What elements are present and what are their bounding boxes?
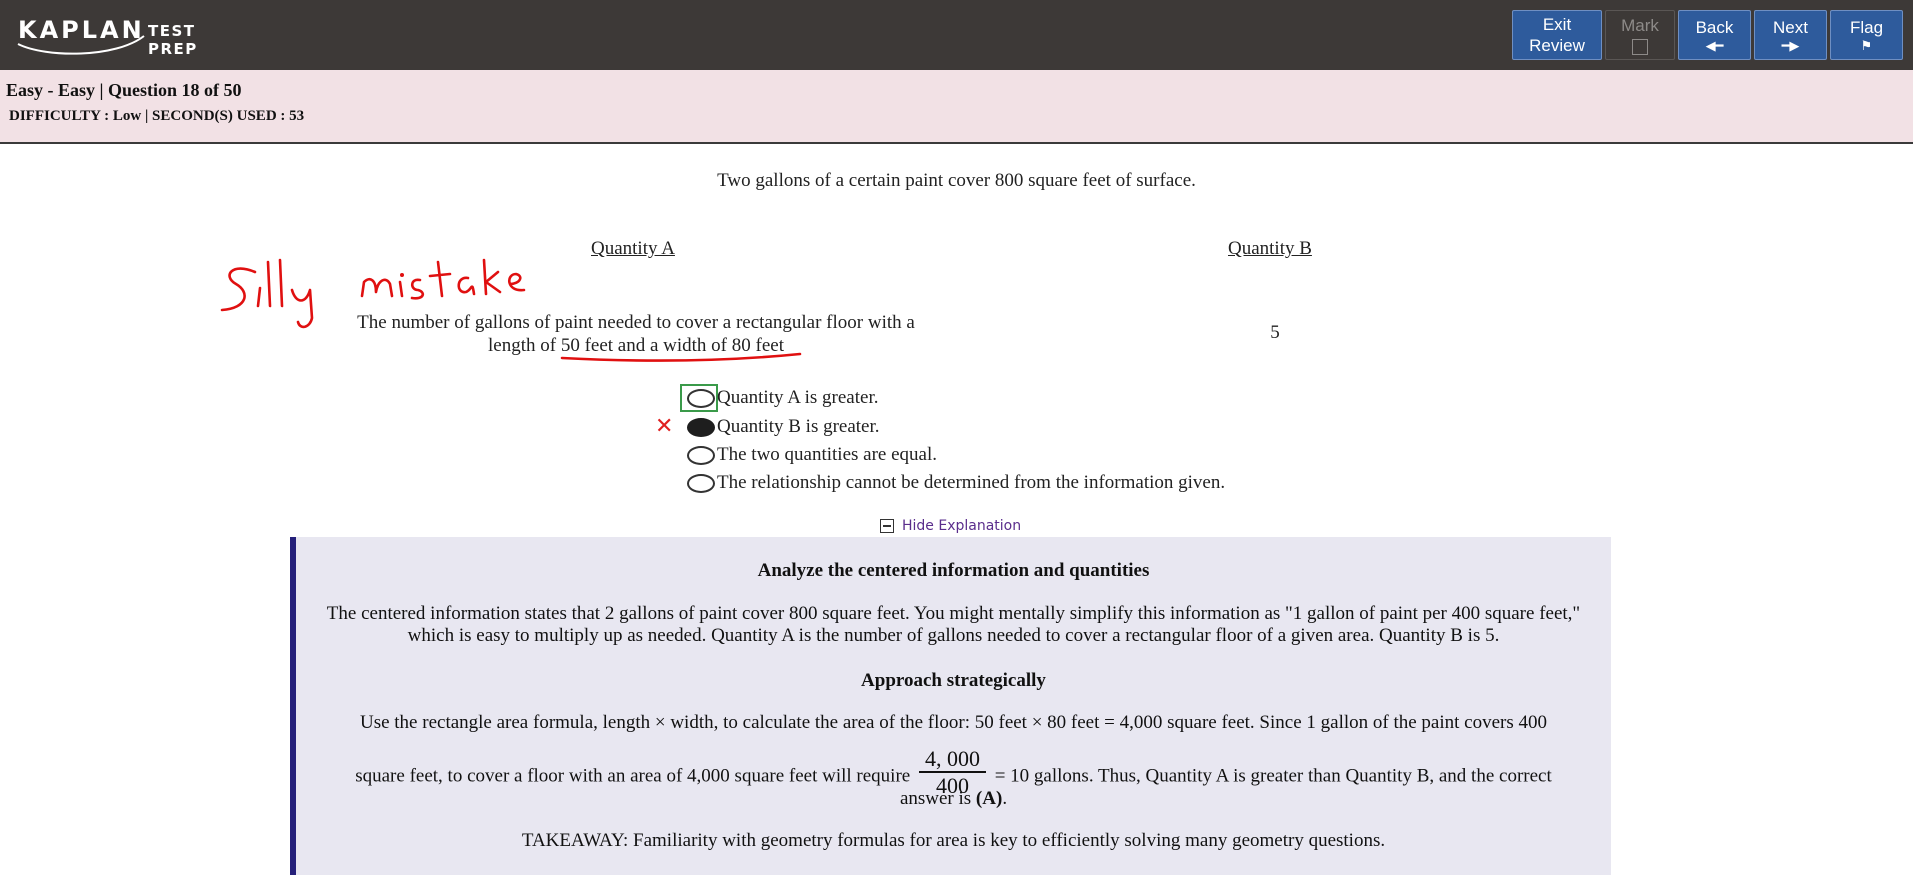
answer-letter: (A) xyxy=(975,788,1003,809)
explanation-paragraph-2-line-3: answer is (A). xyxy=(316,788,1591,810)
quantity-a-heading: Quantity A xyxy=(591,238,675,259)
back-label: Back xyxy=(1695,17,1734,37)
explanation-panel: Analyze the centered information and qua… xyxy=(290,537,1611,875)
explanation-paragraph-2-line-1: Use the rectangle area formula, length ×… xyxy=(359,712,1547,733)
radio-unselected-icon[interactable] xyxy=(687,473,715,493)
choice-a-label: Quantity A is greater. xyxy=(717,387,879,408)
explanation-heading-1: Analyze the centered information and qua… xyxy=(757,560,1150,581)
wrong-answer-icon: ✕ xyxy=(655,414,674,439)
answer-period: . xyxy=(1002,788,1008,809)
explanation-text-pre-fraction: square feet, to cover a floor with an ar… xyxy=(355,765,911,787)
answer-choice-c[interactable]: The two quantities are equal. xyxy=(687,442,937,468)
answer-choice-a[interactable]: Quantity A is greater. xyxy=(687,385,878,411)
explanation-heading-2: Approach strategically xyxy=(861,670,1046,691)
answer-is-text: answer is xyxy=(899,788,972,809)
collapse-icon xyxy=(880,519,894,533)
back-button[interactable]: Back ◀━ xyxy=(1678,10,1751,60)
logo-subtitle: TEST PREP xyxy=(148,22,198,58)
review-label: Review xyxy=(1529,36,1585,55)
flag-button[interactable]: Flag ⚑ xyxy=(1830,10,1903,60)
question-info-band: Easy - Easy | Question 18 of 50 DIFFICUL… xyxy=(0,70,1913,144)
kaplan-logo: KAPLAN TEST PREP xyxy=(16,14,246,58)
answer-choice-d[interactable]: The relationship cannot be determined fr… xyxy=(687,470,1225,496)
question-title: Easy - Easy | Question 18 of 50 xyxy=(6,80,242,100)
top-toolbar: KAPLAN TEST PREP Exit Review Mark Back ◀… xyxy=(0,0,1913,70)
hide-explanation-toggle[interactable]: Hide Explanation xyxy=(880,518,1021,534)
radio-selected-icon[interactable] xyxy=(687,417,715,437)
logo-wordmark: KAPLAN xyxy=(18,16,145,44)
quantity-a-line-1: The number of gallons of paint needed to… xyxy=(357,312,915,333)
takeaway-text: TAKEAWAY: Familiarity with geometry form… xyxy=(521,830,1386,851)
explanation-text-post-fraction: = 10 gallons. Thus, Quantity A is greate… xyxy=(994,765,1552,787)
quantity-a-text: The number of gallons of paint needed to… xyxy=(330,311,942,357)
explanation-paragraph-1: The centered information states that 2 g… xyxy=(326,603,1581,646)
choice-c-label: The two quantities are equal. xyxy=(717,444,938,465)
hide-explanation-label: Hide Explanation xyxy=(902,518,1022,534)
next-button[interactable]: Next ━▶ xyxy=(1754,10,1827,60)
exit-review-button[interactable]: Exit Review xyxy=(1512,10,1602,60)
arrow-left-icon: ◀━ xyxy=(1705,37,1724,53)
question-stem: Two gallons of a certain paint cover 800… xyxy=(717,170,1196,191)
choice-b-label: Quantity B is greater. xyxy=(717,416,880,437)
mark-label: Mark xyxy=(1621,16,1659,35)
checkbox-icon xyxy=(1632,39,1648,55)
radio-unselected-icon[interactable] xyxy=(687,388,715,408)
quantity-b-value: 5 xyxy=(1270,322,1280,343)
quantity-b-heading: Quantity B xyxy=(1228,238,1312,259)
flag-label: Flag xyxy=(1849,17,1884,37)
question-meta: DIFFICULTY : Low | SECOND(S) USED : 53 xyxy=(9,108,305,124)
flag-icon: ⚑ xyxy=(1860,37,1873,53)
radio-unselected-icon[interactable] xyxy=(687,445,715,465)
choice-d-label: The relationship cannot be determined fr… xyxy=(717,472,1226,493)
answer-choice-b[interactable]: Quantity B is greater. xyxy=(687,414,880,440)
exit-label: Exit xyxy=(1542,15,1572,34)
arrow-right-icon: ━▶ xyxy=(1781,37,1800,53)
quantity-a-line-2: length of 50 feet and a width of 80 feet xyxy=(488,335,784,356)
mark-button[interactable]: Mark xyxy=(1605,10,1675,60)
fraction-numerator: 4, 000 xyxy=(918,747,986,773)
next-label: Next xyxy=(1773,17,1808,37)
